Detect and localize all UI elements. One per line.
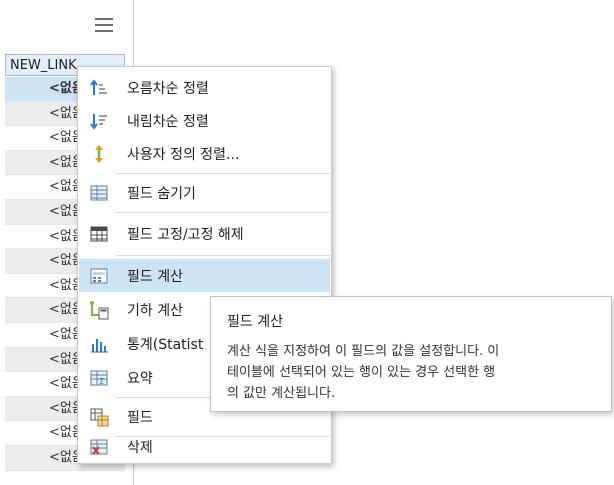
menu-item-label: 오름차순 정렬 (127, 80, 209, 97)
tooltip-line: 계산 식을 지정하여 이 필드의 값을 설정합니다. 이 (227, 344, 500, 359)
calculate-geometry-icon (88, 299, 110, 321)
menu-item-custom-sort[interactable]: 사용자 정의 정렬... (79, 137, 330, 170)
summarize-icon: Σ (88, 367, 110, 389)
menu-item-label: 필드 고정/고정 해제 (127, 226, 244, 243)
menu-item-sort-descending[interactable]: 내림차순 정렬 (79, 104, 330, 137)
custom-sort-icon (88, 143, 110, 165)
menu-item-label: 내림차순 정렬 (127, 113, 209, 130)
tooltip-line: 의 값만 계산됩니다. (227, 386, 336, 401)
statistics-icon (88, 333, 110, 355)
menu-divider (116, 255, 330, 256)
menu-item-calculate-field[interactable]: 필드 계산 (79, 259, 330, 292)
tooltip-title: 필드 계산 (227, 314, 283, 330)
menu-item-label: 통계(Statist (127, 336, 204, 353)
menu-item-label: 기하 계산 (127, 302, 183, 319)
fields-icon (88, 406, 110, 428)
tooltip-line: 테이블에 선택되어 있는 행이 있는 경우 선택한 행 (227, 365, 496, 380)
menu-item-label: 필드 (127, 409, 153, 426)
sort-ascending-icon (88, 77, 110, 99)
calculate-field-tooltip: 필드 계산 계산 식을 지정하여 이 필드의 값을 설정합니다. 이 테이블에 … (210, 296, 612, 412)
hide-field-icon (88, 182, 110, 204)
calculate-field-icon (88, 265, 110, 287)
menu-item-freeze-field[interactable]: 필드 고정/고정 해제 (79, 217, 330, 250)
menu-item-label: 요약 (127, 370, 153, 387)
delete-icon (88, 436, 110, 458)
menu-item-label: 필드 숨기기 (127, 185, 196, 202)
tooltip-body: 계산 식을 지정하여 이 필드의 값을 설정합니다. 이 테이블에 선택되어 있… (227, 341, 599, 404)
menu-item-hide-field[interactable]: 필드 숨기기 (79, 176, 330, 209)
menu-divider (116, 212, 330, 213)
menu-item-label: 삭제 (127, 439, 153, 456)
sort-descending-icon (88, 110, 110, 132)
menu-item-label: 사용자 정의 정렬... (127, 146, 240, 163)
hamburger-menu-icon[interactable] (95, 18, 113, 32)
menu-divider (116, 173, 330, 174)
menu-item-sort-ascending[interactable]: 오름차순 정렬 (79, 71, 330, 104)
freeze-field-icon (88, 223, 110, 245)
menu-item-label: 필드 계산 (127, 268, 183, 285)
menu-item-delete[interactable]: 삭제 (79, 430, 330, 463)
svg-text:Σ: Σ (99, 377, 104, 386)
